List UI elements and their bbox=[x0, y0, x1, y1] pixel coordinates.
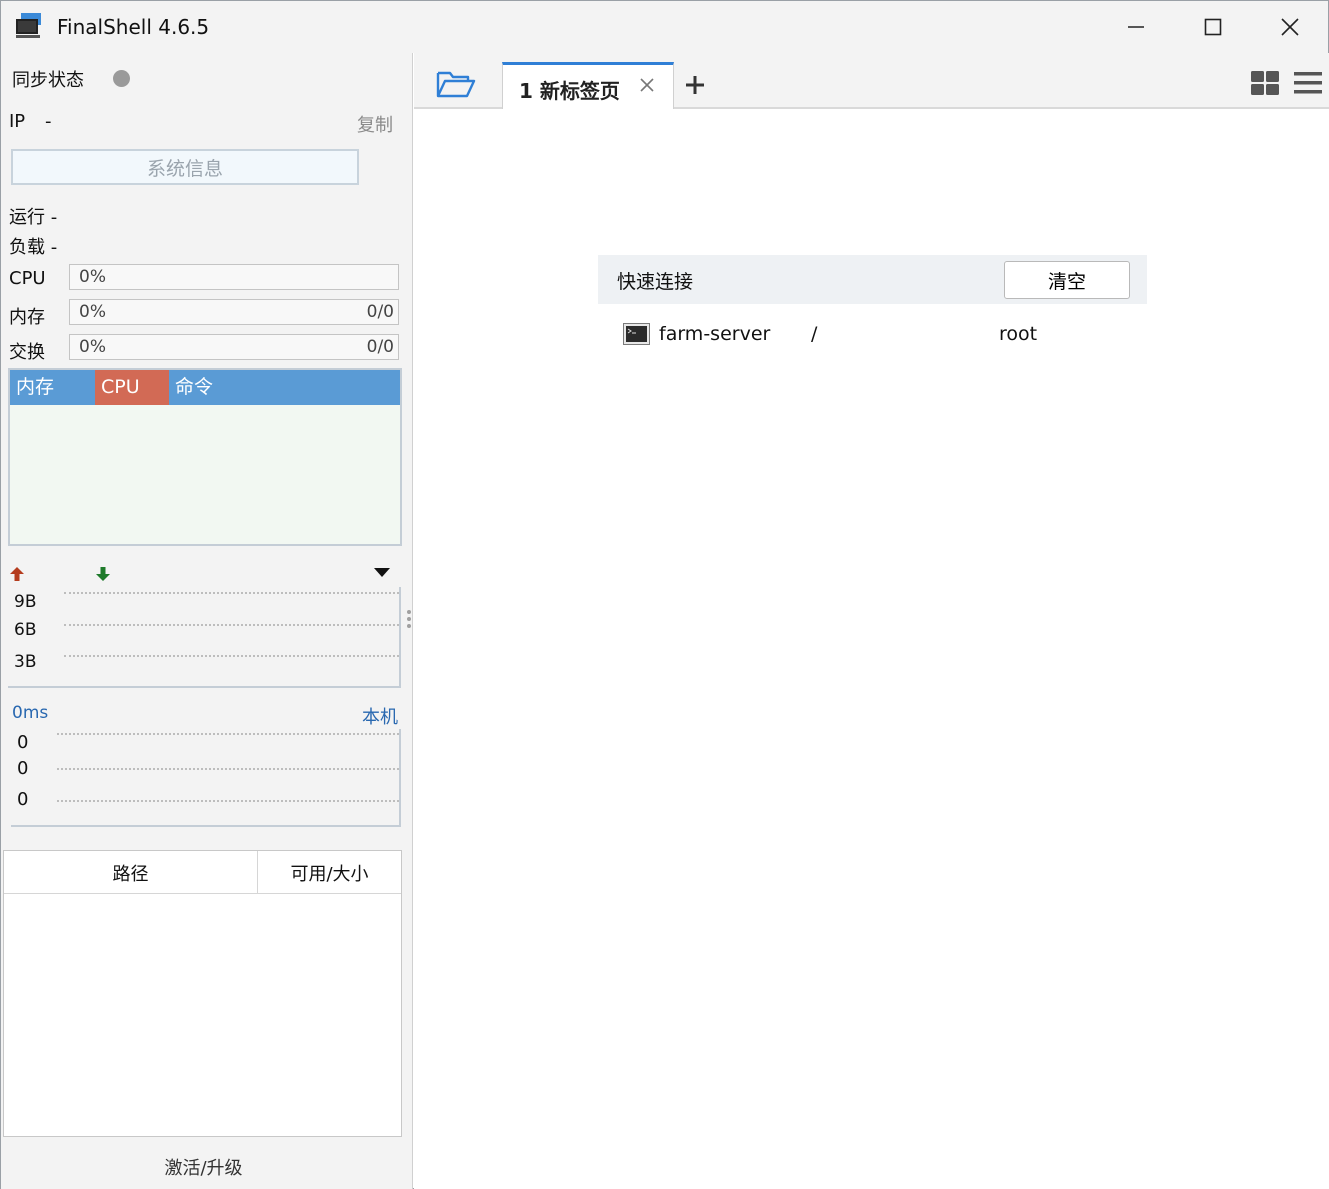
quick-connect-title: 快速连接 bbox=[617, 271, 694, 293]
tab-label: 1 新标签页 bbox=[519, 79, 620, 103]
window-title: FinalShell 4.6.5 bbox=[57, 15, 210, 39]
connection-path: / bbox=[811, 323, 818, 345]
memory-meter: 0% 0/0 bbox=[69, 299, 399, 325]
ping-gridline bbox=[57, 733, 399, 735]
new-tab-content: 快速连接 清空 farm-server / root bbox=[414, 109, 1329, 1189]
minimize-button[interactable] bbox=[1098, 1, 1174, 53]
network-tick-label: 3B bbox=[14, 652, 37, 672]
network-gridline bbox=[64, 624, 399, 626]
ping-latency: 0ms bbox=[12, 703, 49, 723]
network-tick-label: 6B bbox=[14, 620, 37, 640]
close-tab-icon[interactable] bbox=[639, 77, 655, 93]
ping-host-link[interactable]: 本机 bbox=[362, 703, 398, 729]
add-tab-icon[interactable] bbox=[684, 74, 706, 96]
ip-label: IP bbox=[9, 111, 26, 132]
process-list[interactable]: 内存 CPU 命令 bbox=[8, 368, 402, 546]
system-info-button[interactable]: 系统信息 bbox=[11, 149, 359, 185]
panel-resize-handle[interactable] bbox=[407, 610, 411, 631]
swap-value: 0/0 bbox=[366, 337, 394, 357]
disk-table-header: 路径 可用/大小 bbox=[4, 851, 401, 894]
memory-percent: 0% bbox=[79, 302, 106, 322]
process-sort-memory[interactable]: 内存 bbox=[10, 370, 95, 405]
status-panel: 同步状态 IP - 复制 系统信息 运行 - 负载 - CPU 0% 内存 0%… bbox=[1, 53, 413, 1189]
swap-percent: 0% bbox=[79, 337, 106, 357]
minimize-icon bbox=[1128, 26, 1144, 28]
ping-tick-label: 0 bbox=[17, 732, 29, 753]
ip-value: - bbox=[45, 111, 52, 132]
quick-connect-item[interactable]: farm-server / root bbox=[623, 319, 1143, 353]
swap-meter: 0% 0/0 bbox=[69, 334, 399, 360]
network-chart: 9B 6B 3B bbox=[8, 587, 401, 688]
sync-status-indicator bbox=[113, 70, 130, 87]
cpu-percent: 0% bbox=[79, 267, 106, 287]
copy-ip-link[interactable]: 复制 bbox=[357, 111, 393, 137]
network-gridline bbox=[64, 592, 399, 594]
uptime-label: 运行 - bbox=[9, 207, 58, 228]
ping-chart: 0 0 0 bbox=[11, 729, 401, 827]
network-interface-dropdown-icon[interactable] bbox=[373, 567, 391, 579]
upload-arrow-icon bbox=[10, 567, 24, 581]
disk-column-path[interactable]: 路径 bbox=[4, 851, 258, 894]
grid-layout-icon[interactable] bbox=[1250, 70, 1280, 96]
terminal-icon bbox=[623, 323, 650, 345]
ping-gridline bbox=[57, 768, 399, 770]
process-sort-command[interactable]: 命令 bbox=[169, 370, 269, 405]
memory-value: 0/0 bbox=[366, 302, 394, 322]
tab-new-tab[interactable]: 1 新标签页 bbox=[502, 62, 674, 109]
hamburger-menu-icon[interactable] bbox=[1294, 70, 1322, 96]
swap-label: 交换 bbox=[9, 342, 45, 363]
network-tick-label: 9B bbox=[14, 592, 37, 612]
memory-label: 内存 bbox=[9, 307, 45, 328]
close-icon bbox=[1281, 18, 1299, 36]
tab-bar: 1 新标签页 bbox=[414, 53, 1329, 109]
process-sort-cpu[interactable]: CPU bbox=[95, 370, 169, 405]
cpu-meter: 0% bbox=[69, 264, 399, 290]
connection-user: root bbox=[999, 323, 1038, 345]
ping-tick-label: 0 bbox=[17, 758, 29, 779]
title-bar: FinalShell 4.6.5 bbox=[1, 1, 1328, 53]
disk-usage-table[interactable]: 路径 可用/大小 bbox=[3, 850, 402, 1137]
close-button[interactable] bbox=[1252, 1, 1328, 53]
ping-tick-label: 0 bbox=[17, 789, 29, 810]
quick-connect-header: 快速连接 清空 bbox=[598, 255, 1147, 304]
ping-gridline bbox=[57, 800, 399, 802]
open-folder-icon[interactable] bbox=[436, 69, 476, 99]
disk-column-size[interactable]: 可用/大小 bbox=[258, 851, 401, 894]
clear-button[interactable]: 清空 bbox=[1004, 261, 1130, 299]
download-arrow-icon bbox=[96, 567, 110, 581]
maximize-button[interactable] bbox=[1175, 1, 1251, 53]
connection-name: farm-server bbox=[659, 323, 771, 345]
maximize-icon bbox=[1204, 18, 1222, 36]
finalshell-app-icon bbox=[16, 13, 41, 38]
cpu-label: CPU bbox=[9, 268, 46, 289]
network-gridline bbox=[64, 655, 399, 657]
load-label: 负载 - bbox=[9, 237, 58, 258]
sync-status-label: 同步状态 bbox=[12, 70, 84, 91]
process-list-header: 内存 CPU 命令 bbox=[10, 370, 400, 405]
activate-upgrade-link[interactable]: 激活/升级 bbox=[1, 1154, 406, 1180]
